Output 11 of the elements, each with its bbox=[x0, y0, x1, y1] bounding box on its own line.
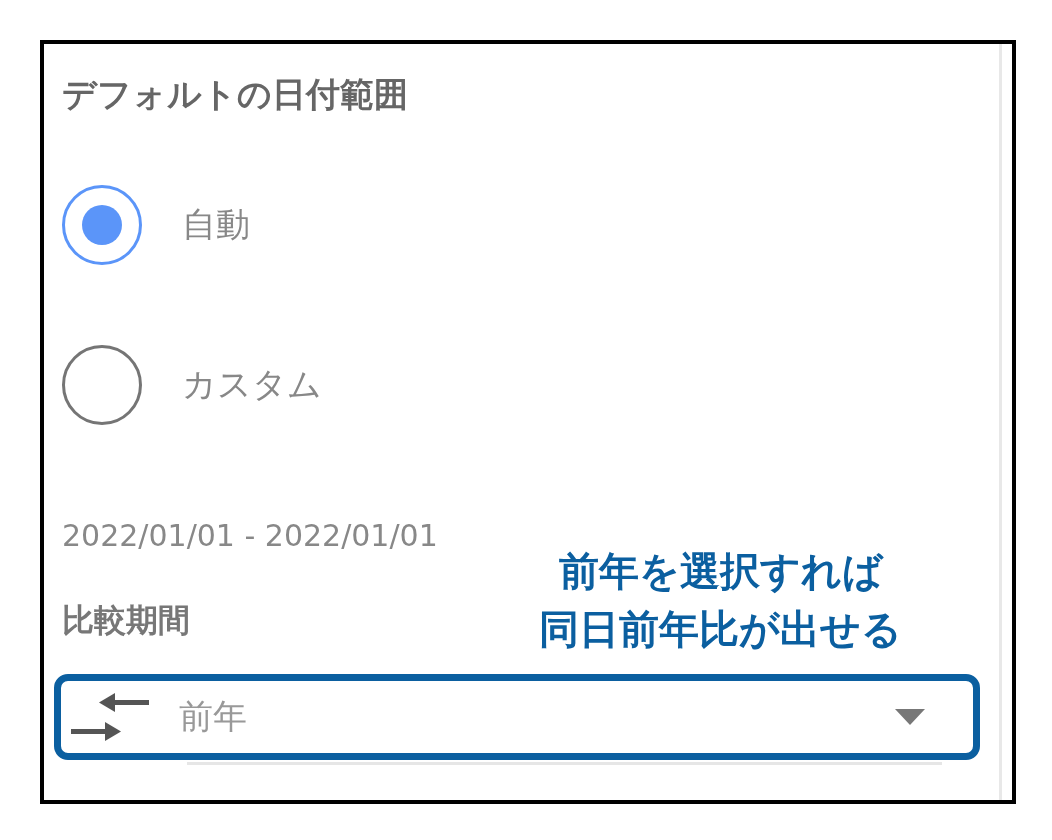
radio-label: カスタム bbox=[182, 363, 322, 407]
date-range-text: 2022/01/01 - 2022/01/01 bbox=[62, 516, 438, 555]
radio-button[interactable] bbox=[62, 344, 142, 425]
compare-arrows-icon bbox=[69, 691, 151, 742]
annotation-text: 前年を選択すれば 同日前年比が出せる bbox=[539, 547, 902, 654]
section-title: デフォルトの日付範囲 bbox=[62, 74, 409, 115]
radio-button[interactable] bbox=[62, 184, 142, 265]
dropdown-caret-icon[interactable] bbox=[895, 708, 925, 725]
dropdown-value[interactable]: 前年 bbox=[179, 691, 895, 743]
radio-label: 自動 bbox=[182, 203, 250, 247]
comparison-label: 比較期間 bbox=[62, 599, 190, 641]
